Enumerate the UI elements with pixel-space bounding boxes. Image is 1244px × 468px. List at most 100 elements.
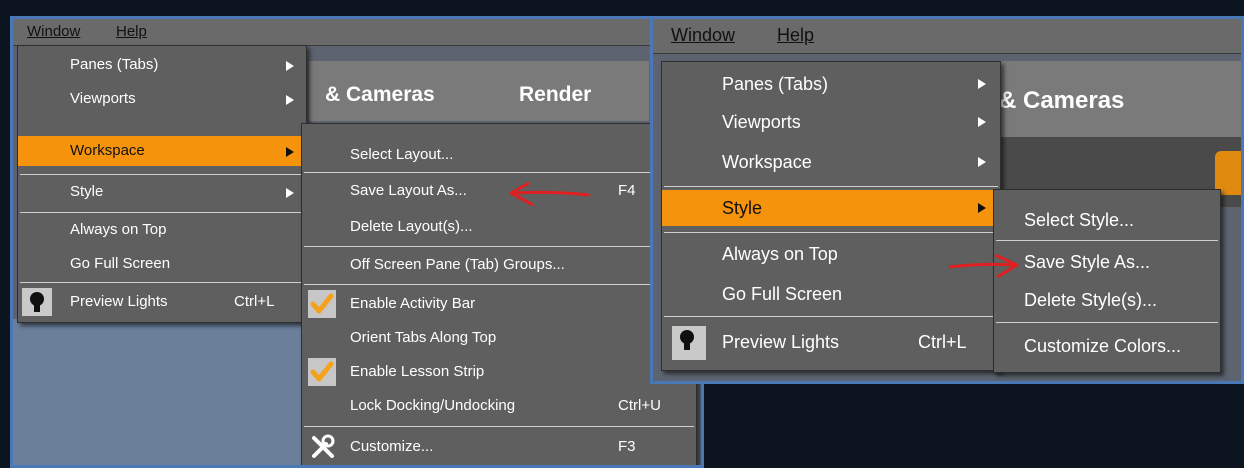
menu-item-label: Delete Style(s)... — [1024, 290, 1158, 310]
menu-separator — [304, 284, 694, 285]
menu-separator — [20, 174, 304, 175]
submenu-item-delete-layouts[interactable]: Delete Layout(s)... — [302, 212, 696, 242]
workspace-submenu: Select Layout... Save Layout As... F4 De… — [301, 123, 697, 465]
background-tab-strip: & Cameras Render — [309, 61, 649, 121]
menu-help[interactable]: Help — [116, 23, 147, 40]
menu-item-label: Preview Lights — [70, 293, 168, 310]
menu-help[interactable]: Help — [777, 25, 814, 46]
menu-item-panes[interactable]: Panes (Tabs) — [662, 66, 1000, 102]
menu-item-shortcut: F3 — [618, 438, 636, 455]
menu-item-label: Customize... — [350, 438, 434, 455]
menu-item-panes[interactable]: Panes (Tabs) — [18, 50, 306, 80]
menu-item-shortcut: F4 — [618, 182, 636, 199]
window-menu: Panes (Tabs) Viewports Workspace Style A… — [17, 45, 307, 323]
menu-item-go-full-screen[interactable]: Go Full Screen — [18, 248, 306, 280]
menu-item-shortcut: Ctrl+U — [618, 397, 661, 414]
menu-help-label: Help — [116, 23, 147, 40]
menu-separator — [664, 186, 998, 187]
tab-lights-cameras[interactable]: & Cameras — [325, 83, 435, 107]
menu-item-label: Panes (Tabs) — [70, 56, 159, 73]
menu-item-label: Save Layout As... — [350, 182, 467, 199]
submenu-item-enable-activity-bar[interactable]: Enable Activity Bar — [302, 288, 696, 320]
menu-separator — [304, 172, 694, 173]
menu-separator — [996, 240, 1218, 241]
submenu-arrow-icon — [978, 79, 986, 89]
menu-item-always-on-top[interactable]: Always on Top — [18, 214, 306, 246]
menu-item-label: Workspace — [722, 152, 812, 172]
menu-item-go-full-screen[interactable]: Go Full Screen — [662, 276, 1000, 312]
menu-item-label: Viewports — [722, 112, 801, 132]
menu-item-label: Enable Lesson Strip — [350, 363, 485, 380]
menu-item-label: Off Screen Pane (Tab) Groups... — [350, 256, 565, 273]
menu-separator — [996, 322, 1218, 323]
submenu-arrow-icon — [286, 147, 294, 157]
checkmark-icon — [308, 290, 336, 318]
menu-item-shortcut: Ctrl+L — [918, 332, 967, 352]
submenu-arrow-icon — [978, 203, 986, 213]
submenu-item-off-screen-groups[interactable]: Off Screen Pane (Tab) Groups... — [302, 250, 696, 280]
menu-item-workspace[interactable]: Workspace — [662, 144, 1000, 180]
submenu-arrow-icon — [978, 117, 986, 127]
submenu-arrow-icon — [286, 95, 294, 105]
menu-separator — [20, 212, 304, 213]
menu-bar: Window Help — [653, 19, 1241, 54]
menu-item-label: Lock Docking/Undocking — [350, 397, 516, 414]
menu-item-style[interactable]: Style — [18, 176, 306, 208]
annotation-arrow-icon — [509, 181, 590, 207]
menu-item-label: Enable Activity Bar — [350, 295, 476, 312]
tab-lights-cameras[interactable]: & Cameras — [999, 87, 1124, 115]
submenu-item-lock-docking[interactable]: Lock Docking/Undocking Ctrl+U — [302, 390, 696, 422]
window-menu: Panes (Tabs) Viewports Workspace Style A… — [661, 61, 1001, 371]
menu-window-label: Window — [671, 25, 736, 45]
menu-help-label: Help — [777, 25, 815, 45]
menu-item-label: Always on Top — [70, 221, 167, 238]
left-screenshot-panel: & Cameras Render Window Help Panes (Tabs… — [10, 16, 704, 468]
background-tab-strip: & Cameras — [993, 61, 1241, 137]
light-bulb-icon — [672, 326, 706, 360]
menu-separator — [304, 426, 694, 427]
annotation-arrow-icon — [948, 253, 1019, 279]
menu-item-preview-lights[interactable]: Preview Lights Ctrl+L — [18, 284, 306, 320]
submenu-item-select-style[interactable]: Select Style... — [994, 202, 1220, 236]
menu-window-label: Window — [27, 23, 81, 40]
submenu-item-save-layout-as[interactable]: Save Layout As... F4 — [302, 176, 696, 206]
submenu-item-delete-styles[interactable]: Delete Style(s)... — [994, 282, 1220, 316]
menu-item-label: Select Style... — [1024, 210, 1135, 230]
menu-bar: Window Help — [13, 19, 701, 46]
submenu-item-enable-lesson-strip[interactable]: Enable Lesson Strip — [302, 356, 696, 388]
menu-item-viewports[interactable]: Viewports — [662, 104, 1000, 140]
right-screenshot-panel: & Cameras Window Help Panes (Tabs) Viewp… — [650, 16, 1244, 384]
menu-window[interactable]: Window — [671, 25, 735, 46]
submenu-item-orient-tabs[interactable]: Orient Tabs Along Top — [302, 322, 696, 354]
menu-item-label: Delete Layout(s)... — [350, 218, 473, 235]
menu-item-label: Orient Tabs Along Top — [350, 329, 497, 346]
menu-item-shortcut: Ctrl+L — [234, 293, 275, 310]
menu-item-label: Panes (Tabs) — [722, 74, 829, 94]
tools-icon — [310, 434, 336, 460]
menu-separator — [664, 232, 998, 233]
menu-item-label: Customize Colors... — [1024, 336, 1182, 356]
submenu-item-customize-colors[interactable]: Customize Colors... — [994, 328, 1220, 364]
submenu-item-customize[interactable]: Customize... F3 — [302, 430, 696, 464]
menu-separator — [304, 246, 694, 247]
menu-separator — [664, 316, 998, 317]
light-bulb-icon — [22, 288, 52, 316]
menu-item-label: Go Full Screen — [70, 255, 171, 272]
menu-item-viewports[interactable]: Viewports — [18, 84, 306, 114]
menu-item-label: Preview Lights — [722, 332, 840, 352]
menu-item-preview-lights[interactable]: Preview Lights Ctrl+L — [662, 320, 1000, 366]
menu-item-style[interactable]: Style — [662, 190, 1000, 226]
menu-item-label: Style — [722, 198, 763, 218]
checkmark-icon — [308, 358, 336, 386]
submenu-arrow-icon — [286, 61, 294, 71]
menu-item-label: Always on Top — [722, 244, 838, 264]
submenu-item-save-style-as[interactable]: Save Style As... — [994, 244, 1220, 278]
menu-item-label: Go Full Screen — [722, 284, 843, 304]
menu-item-label: Viewports — [70, 90, 136, 107]
menu-item-workspace[interactable]: Workspace — [18, 136, 306, 166]
tab-render[interactable]: Render — [519, 83, 591, 107]
menu-window[interactable]: Window — [27, 23, 80, 40]
submenu-arrow-icon — [978, 157, 986, 167]
submenu-item-select-layout[interactable]: Select Layout... — [302, 140, 696, 170]
viewport-area — [13, 319, 313, 465]
